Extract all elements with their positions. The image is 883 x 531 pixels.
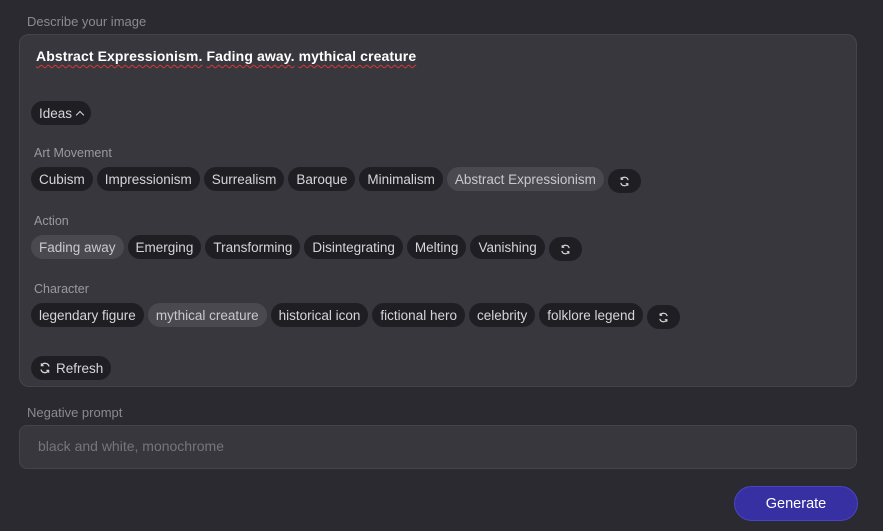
prompt-word-action: Fading away. <box>206 48 295 64</box>
chip-row-action: Fading away Emerging Transforming Disintegr… <box>31 235 582 261</box>
refresh-icon <box>40 362 50 374</box>
shuffle-character-button[interactable] <box>647 305 681 329</box>
section-label-character: Character <box>34 282 89 296</box>
chip-character[interactable]: celebrity <box>468 303 536 327</box>
chip-art-movement[interactable]: Baroque <box>288 167 356 191</box>
chip-action[interactable]: Vanishing <box>470 235 545 259</box>
chip-character[interactable]: legendary figure <box>31 303 144 327</box>
shuffle-art-movement-button[interactable] <box>607 169 641 193</box>
chip-row-art-movement: Cubism Impressionism Surrealism Baroque Mini… <box>31 167 641 193</box>
negative-prompt-input[interactable] <box>36 437 840 455</box>
chip-character[interactable]: folklore legend <box>539 303 644 327</box>
section-label-action: Action <box>34 214 69 228</box>
refresh-icon <box>658 312 669 323</box>
chip-art-movement[interactable]: Minimalism <box>359 167 443 191</box>
ideas-label: Ideas <box>39 105 73 121</box>
prompt-editor: Describe your image Abstract Expressioni… <box>0 0 883 531</box>
chip-art-movement[interactable]: Cubism <box>31 167 93 191</box>
chip-action[interactable]: Disintegrating <box>304 235 403 259</box>
generate-label: Generate <box>765 495 827 512</box>
describe-box[interactable]: Abstract Expressionism. Fading away. myt… <box>19 34 857 387</box>
refresh-label: Refresh <box>56 360 104 376</box>
chip-character[interactable]: mythical creature <box>147 303 267 327</box>
generate-button[interactable]: Generate <box>734 486 858 521</box>
chip-row-character: legendary figure mythical creature histori… <box>31 303 681 329</box>
prompt-text[interactable]: Abstract Expressionism. Fading away. myt… <box>36 48 416 64</box>
refresh-button[interactable]: Refresh <box>31 356 112 380</box>
negative-prompt-label: Negative prompt <box>27 405 123 420</box>
refresh-icon <box>619 176 630 187</box>
chip-art-movement[interactable]: Surrealism <box>203 167 285 191</box>
ideas-toggle[interactable]: Ideas <box>31 101 92 125</box>
negative-prompt-box <box>19 425 857 469</box>
chip-character[interactable]: historical icon <box>270 303 369 327</box>
describe-label: Describe your image <box>27 14 147 29</box>
section-label-art-movement: Art Movement <box>34 146 112 160</box>
prompt-word-art-movement: Abstract Expressionism. <box>36 48 203 64</box>
chip-action[interactable]: Emerging <box>127 235 202 259</box>
chip-action[interactable]: Transforming <box>205 235 301 259</box>
chip-action[interactable]: Melting <box>406 235 467 259</box>
chevron-up-icon <box>75 110 85 119</box>
chip-art-movement[interactable]: Impressionism <box>96 167 200 191</box>
refresh-icon <box>560 244 571 255</box>
prompt-word-character: mythical creature <box>298 48 417 64</box>
chip-action[interactable]: Fading away <box>31 235 124 259</box>
chip-art-movement[interactable]: Abstract Expressionism <box>446 167 604 191</box>
chip-character[interactable]: fictional hero <box>372 303 465 327</box>
shuffle-action-button[interactable] <box>548 237 582 261</box>
